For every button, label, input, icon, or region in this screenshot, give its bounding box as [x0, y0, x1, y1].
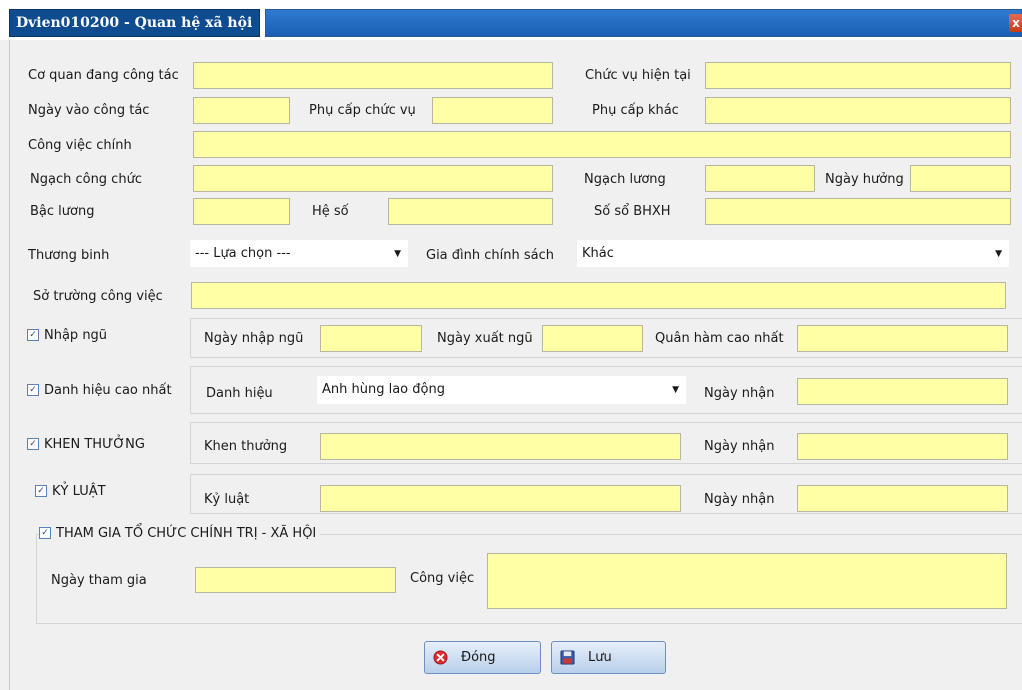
- danh-hieu-ngay-nhan-label: Ngày nhận: [704, 386, 775, 401]
- danh-hieu-select[interactable]: Anh hùng lao động ▼: [317, 376, 686, 404]
- checkbox-icon: ✓: [27, 383, 39, 396]
- ngach-cong-chuc-label: Ngạch công chức: [30, 172, 142, 187]
- ngay-huong-label: Ngày hưởng: [825, 172, 904, 187]
- dong-label: Đóng: [461, 650, 496, 665]
- thuong-binh-value: --- Lựa chọn ---: [195, 246, 291, 261]
- danh-hieu-checkbox[interactable]: ✓ Danh hiệu cao nhất: [27, 383, 172, 398]
- bac-luong-input[interactable]: [193, 198, 290, 225]
- luu-label: Lưu: [588, 650, 612, 665]
- chevron-down-icon[interactable]: ▼: [995, 241, 1002, 267]
- cong-viec-chinh-label: Công việc chính: [28, 138, 132, 153]
- khen-thuong-checkbox[interactable]: ✓ KHEN THƯỞNG: [27, 437, 145, 452]
- ngay-nhap-ngu-label: Ngày nhập ngũ: [204, 331, 304, 346]
- form-panel: Cơ quan đang công tác Chức vụ hiện tại N…: [9, 40, 1022, 690]
- quan-ham-label: Quân hàm cao nhất: [655, 331, 784, 346]
- gia-dinh-label: Gia đình chính sách: [426, 248, 554, 263]
- ngay-vao-label: Ngày vào công tác: [28, 103, 150, 118]
- cong-viec-chinh-input[interactable]: [193, 131, 1011, 158]
- danh-hieu-ngay-nhan-input[interactable]: [797, 378, 1008, 405]
- khen-thuong-label: Khen thưởng: [204, 439, 288, 454]
- gia-dinh-select[interactable]: Khác ▼: [577, 240, 1009, 267]
- checkbox-icon: ✓: [39, 526, 51, 539]
- phu-cap-chuc-vu-label: Phụ cấp chức vụ: [309, 103, 416, 118]
- chevron-down-icon[interactable]: ▼: [672, 377, 679, 403]
- save-icon: [560, 650, 575, 665]
- ky-luat-ngay-nhan-label: Ngày nhận: [704, 492, 775, 507]
- cong-viec-label: Công việc: [410, 571, 475, 586]
- ngach-cong-chuc-input[interactable]: [193, 165, 553, 192]
- so-bhxh-input[interactable]: [705, 198, 1011, 225]
- ky-luat-checkbox[interactable]: ✓ KỶ LUẬT: [35, 484, 106, 499]
- phu-cap-khac-label: Phụ cấp khác: [592, 103, 679, 118]
- so-truong-label: Sở trường công việc: [33, 289, 163, 304]
- ngay-xuat-ngu-label: Ngày xuất ngũ: [437, 331, 533, 346]
- nhap-ngu-checkbox[interactable]: ✓ Nhập ngũ: [27, 328, 107, 343]
- checkbox-icon: ✓: [27, 328, 39, 341]
- khen-thuong-input[interactable]: [320, 433, 681, 460]
- dong-button[interactable]: Đóng: [424, 641, 541, 674]
- ngay-xuat-ngu-input[interactable]: [542, 325, 643, 352]
- ky-luat-section-label: KỶ LUẬT: [52, 484, 106, 499]
- he-so-label: Hệ số: [312, 204, 349, 219]
- khen-thuong-section-label: KHEN THƯỞNG: [44, 437, 145, 452]
- tham-gia-section-label: THAM GIA TỔ CHỨC CHÍNH TRỊ - XÃ HỘI: [56, 526, 317, 541]
- thuong-binh-select[interactable]: --- Lựa chọn --- ▼: [190, 240, 408, 267]
- ngay-nhap-ngu-input[interactable]: [320, 325, 422, 352]
- khen-thuong-ngay-nhan-input[interactable]: [797, 433, 1008, 460]
- window-title: Dvien010200 - Quan hệ xã hội: [9, 9, 260, 37]
- co-quan-input[interactable]: [193, 62, 553, 89]
- danh-hieu-label: Danh hiệu: [206, 386, 273, 401]
- danh-hieu-value: Anh hùng lao động: [322, 382, 445, 397]
- close-icon[interactable]: x: [1009, 14, 1022, 32]
- chuc-vu-input[interactable]: [705, 62, 1011, 89]
- ky-luat-label: Kỷ luật: [204, 492, 250, 507]
- quan-ham-input[interactable]: [797, 325, 1008, 352]
- chuc-vu-label: Chức vụ hiện tại: [585, 68, 691, 83]
- title-bar-fill: [265, 9, 1022, 37]
- danh-hieu-section-label: Danh hiệu cao nhất: [44, 383, 172, 398]
- so-bhxh-label: Số sổ BHXH: [594, 204, 671, 219]
- co-quan-label: Cơ quan đang công tác: [28, 68, 179, 83]
- title-bar: Dvien010200 - Quan hệ xã hội x: [0, 0, 1022, 40]
- checkbox-icon: ✓: [27, 437, 39, 450]
- ngach-luong-label: Ngạch lương: [584, 172, 666, 187]
- ky-luat-ngay-nhan-input[interactable]: [797, 485, 1008, 512]
- thuong-binh-label: Thương binh: [28, 248, 110, 263]
- phu-cap-chuc-vu-input[interactable]: [432, 97, 553, 124]
- chevron-down-icon[interactable]: ▼: [394, 241, 401, 267]
- ky-luat-input[interactable]: [320, 485, 681, 512]
- gia-dinh-value: Khác: [582, 246, 614, 261]
- checkbox-icon: ✓: [35, 484, 47, 497]
- ngay-vao-input[interactable]: [193, 97, 290, 124]
- close-circle-icon: [433, 650, 448, 665]
- bac-luong-label: Bậc lương: [30, 204, 95, 219]
- ngay-tham-gia-label: Ngày tham gia: [51, 573, 147, 588]
- nhap-ngu-label: Nhập ngũ: [44, 328, 108, 343]
- ngach-luong-input[interactable]: [705, 165, 815, 192]
- phu-cap-khac-input[interactable]: [705, 97, 1011, 124]
- tham-gia-checkbox[interactable]: ✓ THAM GIA TỔ CHỨC CHÍNH TRỊ - XÃ HỘI: [39, 526, 321, 541]
- luu-button[interactable]: Lưu: [551, 641, 666, 674]
- ngay-huong-input[interactable]: [910, 165, 1011, 192]
- khen-thuong-ngay-nhan-label: Ngày nhận: [704, 439, 775, 454]
- ngay-tham-gia-input[interactable]: [195, 567, 396, 593]
- he-so-input[interactable]: [388, 198, 553, 225]
- cong-viec-textarea[interactable]: [487, 553, 1007, 609]
- so-truong-input[interactable]: [191, 282, 1006, 309]
